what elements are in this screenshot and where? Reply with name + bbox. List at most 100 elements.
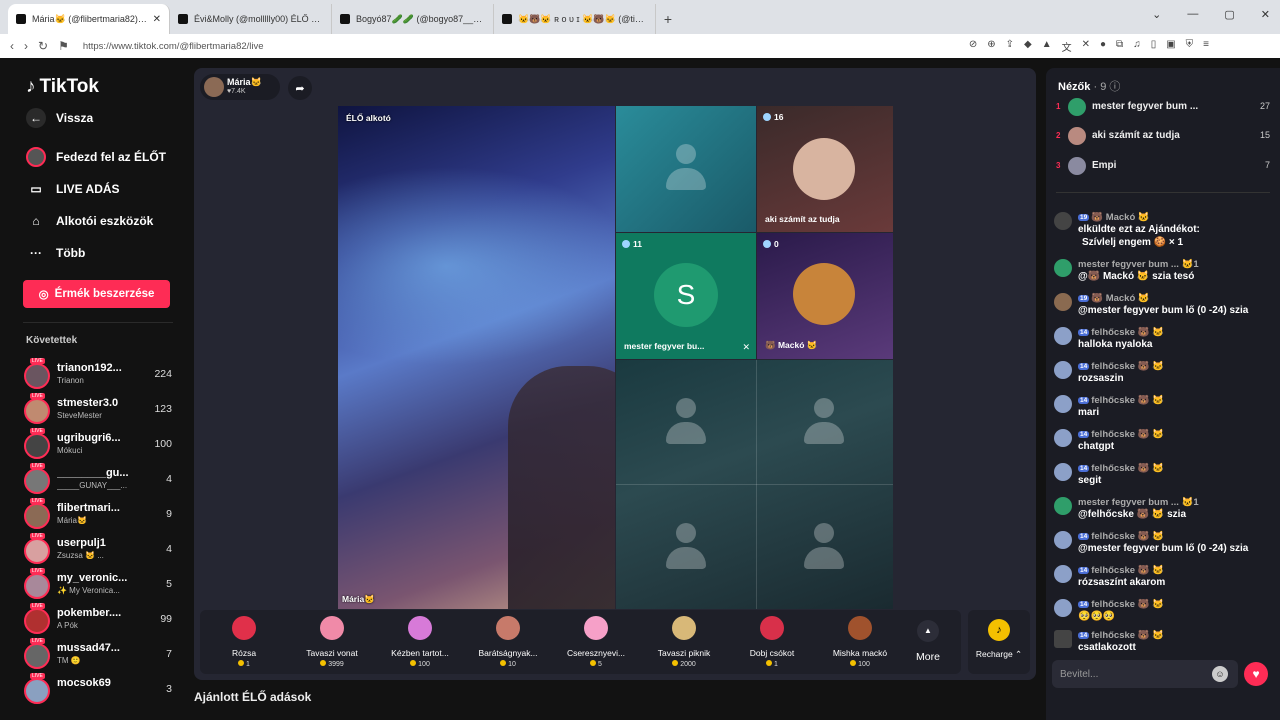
browser-chrome: Mária🐱 (@flibertmaria82) ÉL ✕ Évi&Molly (…	[0, 0, 1280, 58]
guest-name: 🐻 Mackó 🐱	[765, 340, 818, 350]
live-badge: LIVE	[30, 568, 45, 574]
gift-item[interactable]: Rózsa 1	[200, 610, 288, 674]
viewer-count: 16	[763, 112, 783, 122]
avatar	[24, 573, 50, 599]
person-placeholder-icon[interactable]	[804, 398, 844, 448]
extension-icon[interactable]: ⊘	[969, 39, 977, 54]
avatar	[1054, 361, 1072, 379]
info-icon[interactable]: ⓘ	[1109, 81, 1120, 93]
guest-video-1[interactable]: 16 aki számít az tudja	[757, 106, 893, 232]
sidebar-icon[interactable]: ▯	[1151, 39, 1157, 54]
browser-tab-2[interactable]: Évi&Molly (@mollllly00) ÉLŐ adá	[170, 4, 332, 34]
guest-video-3[interactable]: 0 🐻 Mackó 🐱	[757, 233, 893, 359]
nav-live[interactable]: ▭ LIVE ADÁS	[26, 179, 119, 199]
tab-search-icon[interactable]: ⌄	[1152, 8, 1161, 21]
following-item[interactable]: LIVE userpulj1 Zsuzsa 🐱 ... 4	[24, 533, 172, 570]
host-video[interactable]: ÉLŐ alkotó Mária🐱	[338, 106, 615, 609]
tiktok-favicon-icon	[178, 14, 188, 24]
emoji-icon[interactable]: ☺	[1212, 666, 1228, 682]
share-icon[interactable]: ⇪	[1006, 39, 1014, 54]
gift-item[interactable]: Dobj csókot 1	[728, 610, 816, 674]
new-tab-button[interactable]: +	[656, 4, 680, 34]
following-item[interactable]: LIVE flibertmari... Mária🐱 9	[24, 498, 172, 535]
recharge-button[interactable]: ♪ Recharge ⌃	[968, 610, 1030, 674]
extension-icon[interactable]: ✕	[1082, 39, 1090, 54]
avatar	[24, 678, 50, 704]
guest-video-2[interactable]: S 11 mester fegyver bu... ✕	[616, 233, 756, 359]
following-item[interactable]: LIVE ugribugri6... Mókuci 100	[24, 428, 172, 465]
host-silhouette	[508, 366, 615, 609]
close-window-icon[interactable]: ✕	[1261, 8, 1270, 21]
following-item[interactable]: LIVE trianon192... Trianon 224	[24, 358, 172, 395]
chevron-up-icon: ▲	[917, 620, 939, 642]
top-viewer-row[interactable]: 2 aki számít az tudja 15	[1056, 127, 1270, 149]
gift-item[interactable]: Cseresznyevi... 5	[552, 610, 640, 674]
host-info[interactable]: Mária🐱 ♥7.4K	[200, 74, 280, 100]
nav-back[interactable]: ← Vissza	[26, 108, 93, 128]
maximize-icon[interactable]: ▢	[1224, 8, 1234, 21]
media-icon[interactable]: ♫	[1133, 39, 1141, 54]
translate-icon[interactable]: 文	[1062, 39, 1072, 54]
avatar	[204, 77, 224, 97]
address-bar[interactable]: https://www.tiktok.com/@flibertmaria82/l…	[79, 37, 959, 55]
nav-explore-live[interactable]: Fedezd fel az ÉLŐT	[26, 147, 166, 167]
chat-input[interactable]	[1052, 660, 1212, 688]
coin-icon	[238, 660, 245, 666]
forward-icon[interactable]: ›	[24, 39, 28, 53]
vpn-icon[interactable]: ⛨	[1186, 39, 1194, 54]
brave-shield-icon[interactable]: ◆	[1024, 39, 1032, 54]
following-item[interactable]: LIVE mocsok69 3	[24, 673, 172, 710]
gift-icon	[408, 616, 432, 640]
person-placeholder-icon[interactable]	[666, 523, 706, 573]
minimize-icon[interactable]: —	[1187, 8, 1198, 21]
more-gifts-button[interactable]: ▲ More	[908, 618, 948, 670]
heart-like-button[interactable]: ♥	[1244, 662, 1268, 686]
gift-system-icon	[1054, 212, 1072, 230]
viewer-icon	[763, 113, 771, 121]
guest-avatar	[793, 263, 855, 325]
tiktok-favicon-icon	[340, 14, 350, 24]
guest-initial-avatar: S	[654, 263, 718, 327]
guest-name: mester fegyver bu...	[624, 341, 705, 351]
gift-icon	[672, 616, 696, 640]
get-coins-button[interactable]: ◎ Érmék beszerzése	[23, 280, 170, 308]
top-viewer-row[interactable]: 1 mester fegyver bum ... 27	[1056, 98, 1270, 120]
close-tab-icon[interactable]: ✕	[153, 14, 161, 25]
back-icon[interactable]: ‹	[10, 39, 14, 53]
following-item[interactable]: LIVE stmester3.0 SteveMester 123	[24, 393, 172, 430]
browser-tab-4[interactable]: 🐱🐻🐱 ʀ ᴏ ᴜ ɪ 🐱🐻🐱 (@tiktok.rolli	[494, 4, 656, 34]
avatar	[1054, 497, 1072, 515]
gift-item[interactable]: Mishka mackó 100	[816, 610, 904, 674]
menu-icon[interactable]: ≡	[1203, 39, 1209, 54]
nav-creator-tools[interactable]: ⌂ Alkotói eszközök	[26, 211, 153, 231]
tiktok-logo[interactable]: ♪ TikTok	[26, 76, 99, 98]
person-placeholder-icon[interactable]	[804, 523, 844, 573]
top-viewer-row[interactable]: 3 Empi 7	[1056, 157, 1270, 179]
gift-item[interactable]: Barátságnyak... 10	[464, 610, 552, 674]
recommended-heading: Ajánlott ÉLŐ adások	[194, 690, 312, 704]
reload-icon[interactable]: ↻	[38, 39, 48, 53]
following-item[interactable]: LIVE pokember.... A Pók 99	[24, 603, 172, 640]
zoom-icon[interactable]: ⊕	[987, 39, 995, 54]
wallet-icon[interactable]: ▣	[1166, 39, 1175, 54]
nav-more[interactable]: ··· Több	[26, 243, 85, 263]
browser-tab-3[interactable]: Bogyó87🥒🥒 (@bogyo87__) ÉLŐ adá	[332, 4, 494, 34]
following-item[interactable]: LIVE mussad47... TM 🙂 7	[24, 638, 172, 675]
following-item[interactable]: LIVE my_veronic... ✨ My Veronica... 5	[24, 568, 172, 605]
gift-item[interactable]: Tavaszi piknik 2000	[640, 610, 728, 674]
gift-item[interactable]: Kézben tartot... 100	[376, 610, 464, 674]
viewer-icon	[763, 240, 771, 248]
person-placeholder-icon[interactable]	[666, 398, 706, 448]
avatar	[1054, 599, 1072, 617]
browser-tab-1[interactable]: Mária🐱 (@flibertmaria82) ÉL ✕	[8, 4, 170, 34]
bookmark-icon[interactable]: ⚑	[58, 39, 69, 53]
avatar	[1054, 531, 1072, 549]
gift-item[interactable]: Tavaszi vonat 3999	[288, 610, 376, 674]
puzzle-icon[interactable]: ⧉	[1116, 39, 1123, 54]
guest-name: aki számít az tudja	[765, 214, 840, 224]
guest-slot-empty[interactable]	[616, 106, 756, 232]
rewards-icon[interactable]: ▲	[1042, 39, 1052, 54]
extension-icon[interactable]: ●	[1100, 39, 1106, 54]
share-button[interactable]: ➦	[288, 76, 312, 100]
following-item[interactable]: LIVE ________gu... _____GUNAY___... 4	[24, 463, 172, 500]
